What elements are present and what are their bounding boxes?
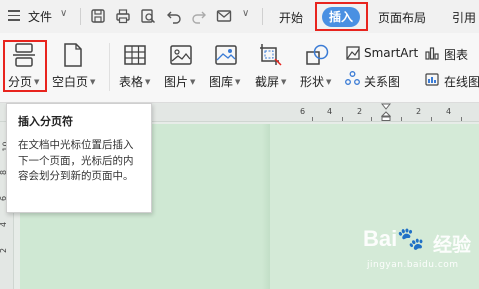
highlight-box <box>3 40 47 92</box>
print-preview-icon[interactable] <box>140 8 156 24</box>
redo-icon[interactable] <box>191 8 207 24</box>
tooltip-title: 插入分页符 <box>18 115 73 128</box>
picture-label: 图片 <box>164 75 189 89</box>
mail-icon[interactable] <box>216 8 232 24</box>
caret-down-icon: ▼ <box>326 78 332 86</box>
tooltip-body: 在文档中光标位置后插入下一个页面，光标后的内容会划分到新的页面中。 <box>18 139 134 182</box>
divider <box>80 8 81 25</box>
chart-icon[interactable] <box>425 46 439 60</box>
gallery-icon[interactable] <box>215 45 237 65</box>
watermark-url: jingyan.baidu.com <box>367 260 459 270</box>
ruler-tick <box>401 117 402 121</box>
file-menu[interactable]: 文件 <box>28 8 52 25</box>
caret-down-icon: ▼ <box>190 78 196 86</box>
table-icon[interactable] <box>124 45 146 65</box>
hamburger-menu-icon[interactable] <box>8 10 20 22</box>
baidu-jingyan-watermark: Bai🐾 经验 jingyan.baidu.com <box>363 226 475 286</box>
screenshot-icon[interactable] <box>259 43 283 67</box>
menu-bar: 文件 ∨ ∨ 开始 插入 页面布局 引用 <box>0 0 479 33</box>
ruler-number: 4 <box>446 107 452 116</box>
undo-icon[interactable] <box>166 8 182 24</box>
ruler-number: 2 <box>0 248 8 253</box>
smartart-icon[interactable] <box>346 46 360 60</box>
table-label: 表格 <box>119 75 144 89</box>
shapes-button[interactable]: 形状 ▼ <box>300 73 331 90</box>
chevron-down-icon[interactable]: ∨ <box>60 8 67 19</box>
picture-icon[interactable] <box>170 45 192 65</box>
tab-page-layout[interactable]: 页面布局 <box>378 9 426 26</box>
smartart-button[interactable]: SmartArt <box>364 46 418 60</box>
screenshot-button[interactable]: 截屏 ▼ <box>255 73 286 90</box>
ruler-number: 6 <box>300 107 306 116</box>
watermark-brand-text: Bai <box>363 226 398 251</box>
watermark-suffix: 经验 <box>433 234 472 256</box>
gallery-label: 图库 <box>209 75 234 89</box>
ribbon-insert: 分页 ▼ 空白页 ▼ 表格 ▼ 图片 ▼ 图库 ▼ 截屏 ▼ 形状 ▼ SmartArt 图表 <box>0 33 479 103</box>
screenshot-label: 截屏 <box>255 75 280 89</box>
ruler-number: 2 <box>357 107 363 116</box>
print-icon[interactable] <box>115 8 131 24</box>
shapes-icon[interactable] <box>305 44 329 66</box>
save-icon[interactable] <box>90 8 106 24</box>
blank-page-label: 空白页 <box>52 75 89 89</box>
table-button[interactable]: 表格 ▼ <box>119 73 150 90</box>
blank-page-button[interactable]: 空白页 ▼ <box>52 73 95 90</box>
caret-down-icon: ▼ <box>235 78 241 86</box>
relation-diagram-button[interactable]: 关系图 <box>364 73 400 90</box>
chevron-down-icon[interactable]: ∨ <box>242 8 249 19</box>
tab-references[interactable]: 引用 <box>452 9 476 26</box>
divider <box>109 43 110 91</box>
divider <box>262 8 263 25</box>
chart-button[interactable]: 图表 <box>444 46 468 63</box>
caret-down-icon: ▼ <box>281 78 287 86</box>
ruler-tick <box>461 117 462 121</box>
paw-logo-icon: 🐾 <box>397 226 425 251</box>
indent-marker-icon[interactable] <box>380 103 392 121</box>
ruler-tick <box>431 117 432 121</box>
ruler-tick <box>371 117 372 121</box>
relation-diagram-icon[interactable] <box>345 71 360 86</box>
caret-down-icon: ▼ <box>90 78 96 86</box>
ruler-number: 4 <box>327 107 333 116</box>
shapes-label: 形状 <box>300 75 325 89</box>
ruler-tick <box>312 117 313 121</box>
picture-button[interactable]: 图片 ▼ <box>164 73 195 90</box>
online-chart-button[interactable]: 在线图 <box>444 73 479 90</box>
caret-down-icon: ▼ <box>145 78 151 86</box>
blank-page-icon[interactable] <box>62 42 84 68</box>
gallery-button[interactable]: 图库 ▼ <box>209 73 240 90</box>
watermark-brand: Bai🐾 <box>363 226 425 252</box>
ruler-number: 2 <box>416 107 422 116</box>
highlight-box <box>315 2 368 31</box>
ruler-tick <box>342 117 343 121</box>
online-chart-icon[interactable] <box>425 71 439 86</box>
page-break-tooltip: 插入分页符 在文档中光标位置后插入下一个页面，光标后的内容会划分到新的页面中。 <box>6 103 152 213</box>
ruler-number: 4 <box>0 222 8 227</box>
tab-home[interactable]: 开始 <box>279 9 303 26</box>
